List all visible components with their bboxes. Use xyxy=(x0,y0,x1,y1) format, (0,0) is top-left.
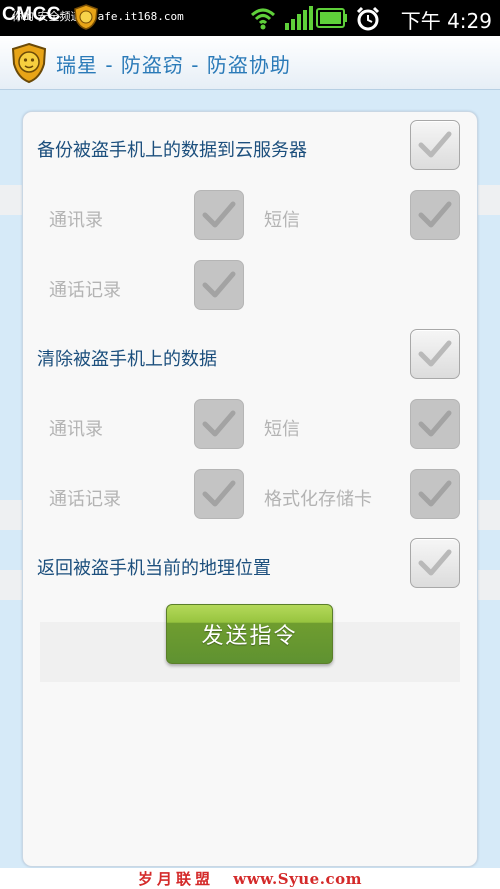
anti-theft-assist-panel: 备份被盗手机上的数据到云服务器 通讯录 短信 通话记录 清除被盗手机上的数据 通… xyxy=(22,111,478,867)
alarm-clock-icon xyxy=(354,5,382,37)
locate-phone-label: 返回被盗手机当前的地理位置 xyxy=(37,558,271,579)
checkmark-icon xyxy=(418,480,452,507)
send-command-button[interactable]: 发送指令 xyxy=(166,604,333,664)
footer-watermark-url: www.Syue.com xyxy=(233,870,362,888)
wipe-data-checkbox[interactable] xyxy=(410,329,460,379)
footer-watermark: 岁月联盟 www.Syue.com xyxy=(138,868,362,889)
backup-sms-checkbox[interactable] xyxy=(410,190,460,240)
locate-phone-checkbox[interactable] xyxy=(410,538,460,588)
wipe-call-log-label: 通话记录 xyxy=(49,489,121,510)
status-bar: CMCC 你的 安全频道 safe.it168.com 下午 4:29 xyxy=(0,0,500,36)
checkmark-icon xyxy=(202,410,236,437)
checkmark-icon xyxy=(418,201,452,228)
top-watermark-url: safe.it168.com xyxy=(91,10,184,23)
wipe-sms-checkbox[interactable] xyxy=(410,399,460,449)
wipe-data-label: 清除被盗手机上的数据 xyxy=(37,349,217,370)
checkmark-icon xyxy=(202,271,236,298)
wipe-contacts-label: 通讯录 xyxy=(49,419,103,440)
footer-watermark-bar: 岁月联盟 www.Syue.com xyxy=(0,868,500,889)
checkmark-icon xyxy=(418,549,452,576)
format-sd-card-label: 格式化存储卡 xyxy=(264,489,372,510)
app-title-bar: 瑞星 - 防盗窃 - 防盗协助 xyxy=(0,36,500,90)
backup-contacts-label: 通讯录 xyxy=(49,210,103,231)
signal-icon xyxy=(284,5,314,35)
checkmark-icon xyxy=(202,201,236,228)
checkmark-icon xyxy=(418,410,452,437)
wipe-contacts-checkbox[interactable] xyxy=(194,399,244,449)
checkmark-icon xyxy=(418,131,452,158)
wifi-icon xyxy=(250,5,276,35)
wipe-call-log-checkbox[interactable] xyxy=(194,469,244,519)
page-title: 瑞星 - 防盗窃 - 防盗协助 xyxy=(56,53,291,77)
wipe-sms-label: 短信 xyxy=(264,419,300,440)
checkmark-icon xyxy=(202,480,236,507)
backup-call-log-checkbox[interactable] xyxy=(194,260,244,310)
backup-call-log-label: 通话记录 xyxy=(49,280,121,301)
checkmark-icon xyxy=(418,340,452,367)
lion-shield-logo-icon xyxy=(9,42,49,88)
backup-data-checkbox[interactable] xyxy=(410,120,460,170)
footer-watermark-text: 岁月联盟 xyxy=(138,870,215,888)
status-time: 下午 4:29 xyxy=(400,9,492,33)
backup-contacts-checkbox[interactable] xyxy=(194,190,244,240)
logo-badge-icon xyxy=(72,3,100,35)
battery-icon xyxy=(316,5,348,35)
format-sd-card-checkbox[interactable] xyxy=(410,469,460,519)
backup-sms-label: 短信 xyxy=(264,210,300,231)
backup-data-label: 备份被盗手机上的数据到云服务器 xyxy=(37,140,307,161)
